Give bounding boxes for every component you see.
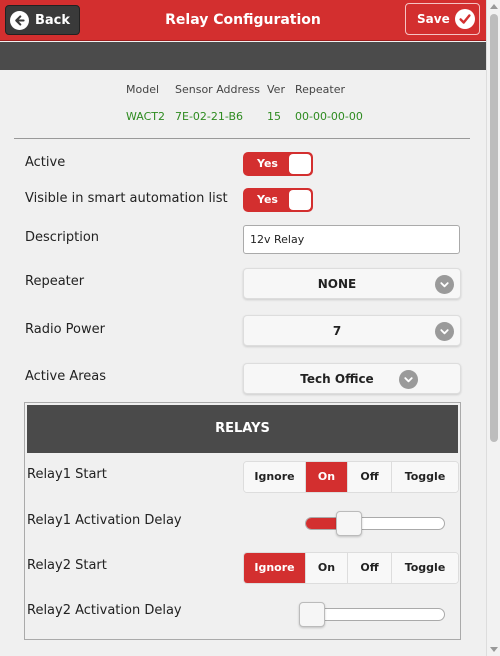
active-toggle[interactable]: Yes bbox=[243, 152, 313, 176]
checkmark-icon bbox=[454, 9, 475, 29]
radio-power-select[interactable]: 7 bbox=[243, 315, 461, 346]
info-value-ver: 15 bbox=[267, 110, 281, 123]
relay1-start-label: Relay1 Start bbox=[27, 467, 107, 482]
relay1-delay-slider[interactable] bbox=[305, 511, 445, 536]
relay2-option-on[interactable]: On bbox=[306, 553, 348, 583]
active-toggle-text: Yes bbox=[257, 157, 278, 170]
repeater-select-value: NONE bbox=[317, 277, 357, 291]
active-areas-label: Active Areas bbox=[25, 369, 107, 384]
chevron-down-icon bbox=[399, 370, 418, 389]
relay2-option-ignore[interactable]: Ignore bbox=[244, 553, 306, 583]
visible-label: Visible in smart automation list bbox=[25, 191, 228, 206]
relay1-option-on[interactable]: On bbox=[306, 462, 348, 492]
save-button-label: Save bbox=[417, 12, 450, 26]
relay1-option-ignore[interactable]: Ignore bbox=[244, 462, 306, 492]
slider-handle[interactable] bbox=[336, 511, 362, 536]
relay2-delay-label: Relay2 Activation Delay bbox=[27, 603, 182, 618]
relay1-option-toggle[interactable]: Toggle bbox=[392, 462, 458, 492]
relay2-delay-slider[interactable] bbox=[299, 602, 445, 627]
chevron-down-icon bbox=[435, 275, 454, 294]
relays-panel: RELAYS Relay1 Start Ignore On Off Toggle… bbox=[24, 402, 461, 640]
radio-power-select-value: 7 bbox=[332, 324, 342, 338]
relay2-start-segmented: Ignore On Off Toggle bbox=[243, 552, 459, 584]
divider bbox=[14, 138, 470, 139]
info-value-repeater: 00-00-00-00 bbox=[295, 110, 363, 123]
chevron-down-icon bbox=[435, 322, 454, 341]
relay2-start-label: Relay2 Start bbox=[27, 558, 107, 573]
save-button[interactable]: Save bbox=[405, 3, 480, 35]
toggle-knob bbox=[289, 190, 311, 210]
description-input[interactable] bbox=[243, 225, 460, 254]
relay1-option-off[interactable]: Off bbox=[348, 462, 392, 492]
relay2-option-toggle[interactable]: Toggle bbox=[392, 553, 458, 583]
info-value-address: 7E-02-21-B6 bbox=[175, 110, 244, 123]
scrollbar[interactable] bbox=[486, 0, 500, 656]
repeater-label: Repeater bbox=[25, 274, 85, 289]
info-value-model: WACT2 bbox=[126, 110, 166, 123]
active-areas-select[interactable]: Tech Office bbox=[243, 363, 461, 394]
info-header-ver: Ver bbox=[267, 83, 285, 96]
scroll-up-icon[interactable] bbox=[490, 4, 498, 9]
scroll-down-icon[interactable] bbox=[490, 647, 498, 652]
repeater-select[interactable]: NONE bbox=[243, 268, 461, 299]
description-label: Description bbox=[25, 230, 100, 245]
header-bar: Back Relay Configuration Save bbox=[0, 0, 486, 41]
visible-toggle-text: Yes bbox=[257, 193, 278, 206]
info-header-address: Sensor Address bbox=[175, 83, 261, 96]
radio-power-label: Radio Power bbox=[25, 322, 105, 337]
scroll-thumb[interactable] bbox=[490, 14, 498, 442]
slider-handle[interactable] bbox=[299, 602, 325, 627]
relay2-option-off[interactable]: Off bbox=[348, 553, 392, 583]
info-header-model: Model bbox=[126, 83, 160, 96]
relay1-start-segmented: Ignore On Off Toggle bbox=[243, 461, 459, 493]
visible-toggle[interactable]: Yes bbox=[243, 188, 313, 212]
active-label: Active bbox=[25, 155, 66, 170]
info-header-repeater: Repeater bbox=[295, 83, 346, 96]
relays-heading: RELAYS bbox=[27, 405, 458, 453]
relay1-delay-label: Relay1 Activation Delay bbox=[27, 513, 182, 528]
toggle-knob bbox=[289, 154, 311, 174]
subheader-bar bbox=[0, 42, 486, 70]
